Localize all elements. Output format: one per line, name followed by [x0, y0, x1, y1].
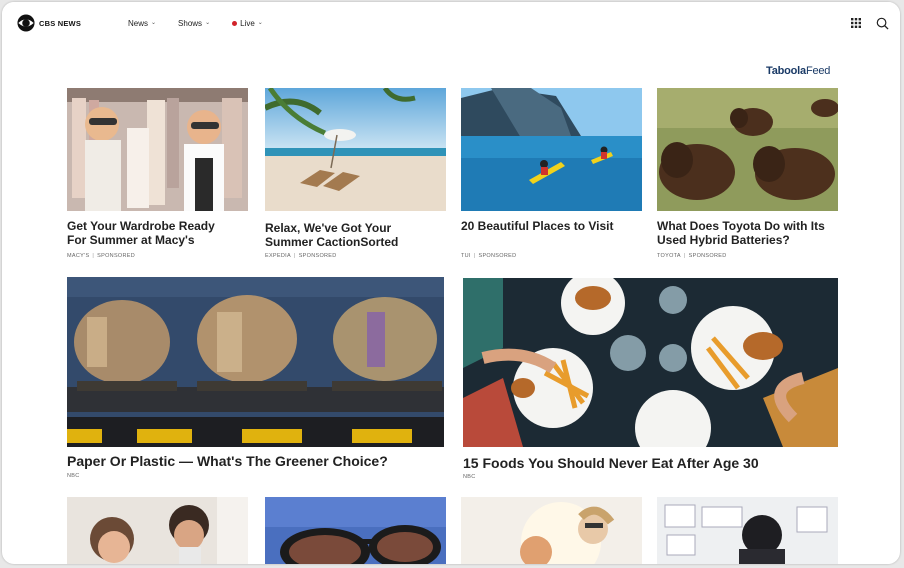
- browser-frame: CBS NEWS News ⌄ Shows ⌄ Live ⌄ TaboolaFe…: [2, 2, 900, 564]
- main-nav: News ⌄ Shows ⌄ Live ⌄: [128, 19, 285, 28]
- meta-separator: |: [293, 253, 296, 259]
- meta-separator: |: [473, 253, 476, 259]
- feed-card-partial-4[interactable]: [657, 497, 838, 564]
- card-meta: EXPEDIA | SPONSORED: [265, 253, 337, 259]
- chevron-down-icon: ⌄: [257, 20, 263, 26]
- card-image: [657, 88, 838, 211]
- card-source: NBC: [463, 474, 476, 480]
- feed-card-expedia[interactable]: Relax, We've Got Your Summer CactionSort…: [265, 88, 446, 264]
- card-sponsored-tag: SPONSORED: [478, 253, 517, 259]
- card-sponsored-tag: SPONSORED: [97, 253, 136, 259]
- card-title: 15 Foods You Should Never Eat After Age …: [463, 455, 759, 471]
- nav-shows-label: Shows: [178, 19, 203, 28]
- card-source: EXPEDIA: [265, 253, 291, 259]
- live-dot-icon: [232, 21, 238, 26]
- logo-text: CBS NEWS: [39, 18, 82, 28]
- card-image: [67, 88, 248, 211]
- card-title: Paper Or Plastic — What's The Greener Ch…: [67, 453, 388, 469]
- card-source: TOYOTA: [657, 253, 681, 259]
- apps-grid-icon[interactable]: [851, 18, 861, 28]
- card-source: MACY'S: [67, 253, 90, 259]
- card-image: [67, 277, 444, 447]
- card-image: [463, 278, 838, 447]
- feed-card-paper-plastic[interactable]: Paper Or Plastic — What's The Greener Ch…: [67, 277, 444, 482]
- nav-live[interactable]: Live ⌄: [232, 19, 263, 28]
- card-title: Relax, We've Got Your Summer CactionSort…: [265, 221, 399, 249]
- card-meta: MACY'S | SPONSORED: [67, 253, 135, 259]
- feed-brand: Feed: [805, 65, 831, 77]
- nav-live-label: Live: [240, 19, 255, 28]
- site-header: CBS NEWS News ⌄ Shows ⌄ Live ⌄: [2, 2, 900, 44]
- feed-card-tui[interactable]: 20 Beautiful Places to Visit TUI | SPONSOR…: [461, 88, 642, 264]
- card-image: [657, 497, 838, 564]
- chevron-down-icon: ⌄: [151, 20, 157, 26]
- card-source: TUI: [461, 253, 471, 259]
- card-meta: NBC: [463, 474, 476, 480]
- card-sponsored-tag: SPONSORED: [688, 253, 727, 259]
- card-image: [461, 497, 642, 564]
- card-source: NBC: [67, 473, 80, 479]
- card-image: [461, 88, 642, 211]
- meta-separator: |: [683, 253, 686, 259]
- card-meta: NBC: [67, 473, 80, 479]
- feed-card-toyota[interactable]: What Does Toyota Do with Its Used Hybrid…: [657, 88, 838, 264]
- nav-news-label: News: [128, 19, 149, 28]
- card-meta: TOYOTA | SPONSORED: [657, 253, 727, 259]
- cbs-news-logo[interactable]: CBS NEWS: [17, 14, 81, 32]
- search-icon[interactable]: [876, 17, 889, 30]
- feed-card-partial-2[interactable]: [265, 497, 446, 564]
- cbs-eye-icon: [17, 14, 35, 32]
- chevron-down-icon: ⌄: [205, 20, 211, 26]
- feed-card-partial-1[interactable]: [67, 497, 248, 564]
- meta-separator: |: [92, 253, 95, 259]
- card-title: 20 Beautiful Places to Visit: [461, 219, 614, 233]
- taboola-feed-logo[interactable]: TaboolaFeed: [766, 65, 830, 77]
- card-title: Get Your Wardrobe Ready For Summer at Ma…: [67, 219, 215, 247]
- nav-news[interactable]: News ⌄: [128, 19, 156, 28]
- card-title: What Does Toyota Do with Its Used Hybrid…: [657, 219, 825, 247]
- taboola-brand: Taboola: [766, 65, 806, 77]
- card-sponsored-tag: SPONSORED: [298, 253, 337, 259]
- card-image: [67, 497, 248, 564]
- feed-card-partial-3[interactable]: [461, 497, 642, 564]
- card-image: [265, 88, 446, 211]
- feed-card-foods[interactable]: 15 Foods You Should Never Eat After Age …: [463, 278, 838, 483]
- feed-card-macys[interactable]: Get Your Wardrobe Ready For Summer at Ma…: [67, 88, 248, 264]
- card-meta: TUI | SPONSORED: [461, 253, 516, 259]
- card-image: [265, 497, 446, 564]
- nav-shows[interactable]: Shows ⌄: [178, 19, 210, 28]
